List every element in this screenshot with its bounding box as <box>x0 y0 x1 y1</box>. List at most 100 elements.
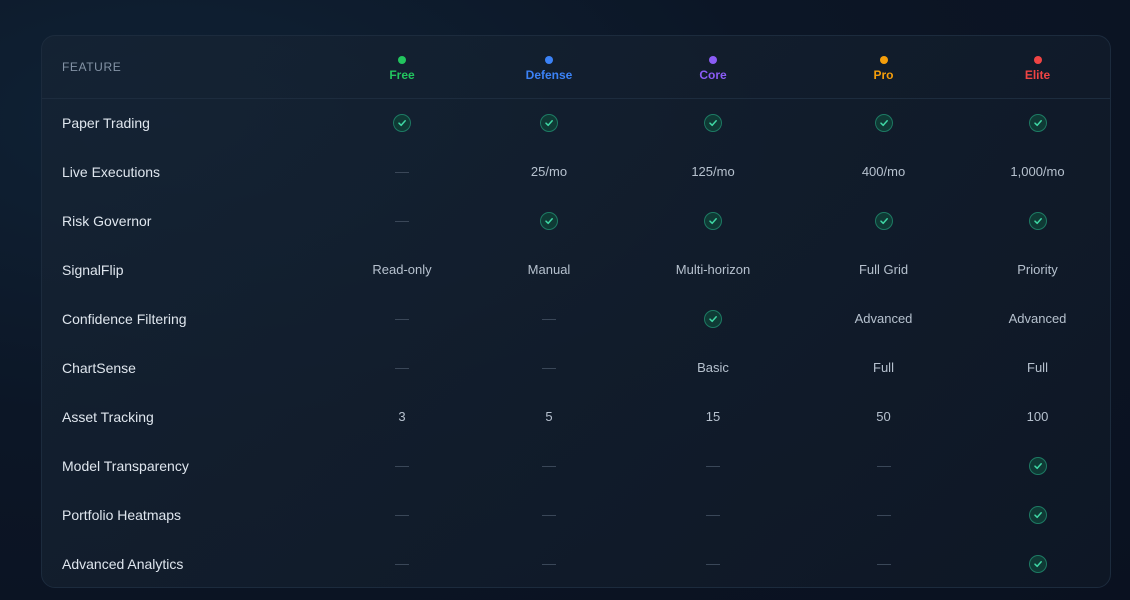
feature-cell: Read-only <box>328 245 476 294</box>
dash-icon <box>706 515 720 517</box>
tier-dot-icon <box>398 55 406 64</box>
table-row: Confidence Filtering Advanced Advanced <box>42 294 1110 343</box>
dash-icon <box>542 319 556 321</box>
feature-cell <box>963 490 1110 539</box>
dash-icon <box>395 172 409 174</box>
dash-icon <box>395 221 409 223</box>
cell-value: 400/mo <box>861 164 906 179</box>
feature-name: ChartSense <box>62 359 136 376</box>
check-circle-icon <box>874 211 893 230</box>
feature-name: Paper Trading <box>62 114 150 131</box>
feature-cell: Manual <box>476 245 622 294</box>
check-circle-icon <box>874 113 893 132</box>
tier-header-pro: Pro <box>804 36 963 99</box>
cell-value: Advanced <box>854 311 913 326</box>
dash-icon <box>395 564 409 566</box>
table-row: Asset Tracking 3 5 15 50 100 <box>42 392 1110 441</box>
feature-cell <box>804 539 963 587</box>
feature-comparison-card: FEATURE Free Defense Core Pro Elite Pape… <box>41 35 1111 588</box>
feature-name: Portfolio Heatmaps <box>62 506 182 523</box>
table-row: ChartSense Basic Full Full <box>42 343 1110 392</box>
cell-value: Advanced <box>1008 311 1067 326</box>
feature-cell: Basic <box>622 343 804 392</box>
feature-cell <box>328 98 476 147</box>
cell-value: 100 <box>1026 409 1049 424</box>
tier-name: Pro <box>873 67 894 82</box>
check-circle-icon <box>1028 505 1047 524</box>
feature-cell <box>328 196 476 245</box>
feature-cell <box>963 98 1110 147</box>
feature-cell <box>622 98 804 147</box>
table-header-row: FEATURE Free Defense Core Pro Elite <box>42 36 1110 99</box>
feature-cell <box>622 539 804 587</box>
tier-dot-icon <box>879 55 888 64</box>
feature-cell <box>328 147 476 196</box>
check-circle-icon <box>1028 113 1047 132</box>
feature-cell <box>804 441 963 490</box>
feature-cell: 400/mo <box>804 147 963 196</box>
cell-value: 25/mo <box>530 164 568 179</box>
cell-value: Multi-horizon <box>675 262 751 277</box>
feature-name: Live Executions <box>62 163 161 180</box>
feature-cell: Full <box>963 343 1110 392</box>
feature-cell <box>476 98 622 147</box>
feature-cell <box>804 196 963 245</box>
feature-cell <box>963 441 1110 490</box>
feature-cell: 5 <box>476 392 622 441</box>
cell-value: Read-only <box>372 262 432 277</box>
feature-cell: Advanced <box>804 294 963 343</box>
check-circle-icon <box>704 309 722 328</box>
feature-cell <box>476 539 622 587</box>
feature-name: Advanced Analytics <box>62 555 184 572</box>
table-row: Risk Governor <box>42 196 1110 245</box>
table-row: Model Transparency <box>42 441 1110 490</box>
cell-value: Manual <box>527 262 571 277</box>
tier-name: Elite <box>1024 67 1051 82</box>
check-circle-icon <box>1028 554 1047 573</box>
feature-cell <box>622 196 804 245</box>
check-circle-icon <box>540 113 558 132</box>
tier-name: Free <box>389 67 415 82</box>
cell-value: Full <box>873 360 894 375</box>
feature-comparison-table: FEATURE Free Defense Core Pro Elite Pape… <box>42 36 1110 587</box>
tier-dot-icon <box>1033 55 1042 64</box>
feature-name: Asset Tracking <box>62 408 154 425</box>
feature-cell <box>622 294 804 343</box>
cell-value: 125/mo <box>691 164 735 179</box>
dash-icon <box>395 319 409 321</box>
feature-cell: 3 <box>328 392 476 441</box>
feature-name: SignalFlip <box>62 261 124 278</box>
cell-value: Full <box>1027 360 1048 375</box>
tier-dot-icon <box>709 55 717 64</box>
feature-cell <box>328 490 476 539</box>
table-row: SignalFlip Read-only Manual Multi-horizon Fu… <box>42 245 1110 294</box>
cell-value: Basic <box>697 360 729 375</box>
feature-cell: 100 <box>963 392 1110 441</box>
cell-value: 50 <box>876 409 891 424</box>
dash-icon <box>395 515 409 517</box>
cell-value: 5 <box>545 409 553 424</box>
tier-header-core: Core <box>622 36 804 99</box>
feature-name: Risk Governor <box>62 212 152 229</box>
feature-cell <box>622 490 804 539</box>
cell-value: Full Grid <box>858 262 909 277</box>
feature-cell: Priority <box>963 245 1110 294</box>
feature-cell <box>476 490 622 539</box>
feature-cell: 125/mo <box>622 147 804 196</box>
cell-value: 1,000/mo <box>1010 164 1065 179</box>
check-circle-icon <box>704 113 722 132</box>
feature-cell <box>963 196 1110 245</box>
cell-value: 15 <box>705 409 721 424</box>
tier-header-free: Free <box>328 36 476 99</box>
tier-header-elite: Elite <box>963 36 1110 99</box>
feature-cell <box>622 441 804 490</box>
tier-name: Core <box>699 67 727 82</box>
cell-value: Priority <box>1017 262 1058 277</box>
feature-cell <box>476 343 622 392</box>
feature-cell: Full <box>804 343 963 392</box>
feature-column-header: FEATURE <box>42 36 328 99</box>
feature-cell <box>476 294 622 343</box>
dash-icon <box>876 564 891 566</box>
feature-cell <box>328 294 476 343</box>
tier-header-defense: Defense <box>476 36 622 99</box>
